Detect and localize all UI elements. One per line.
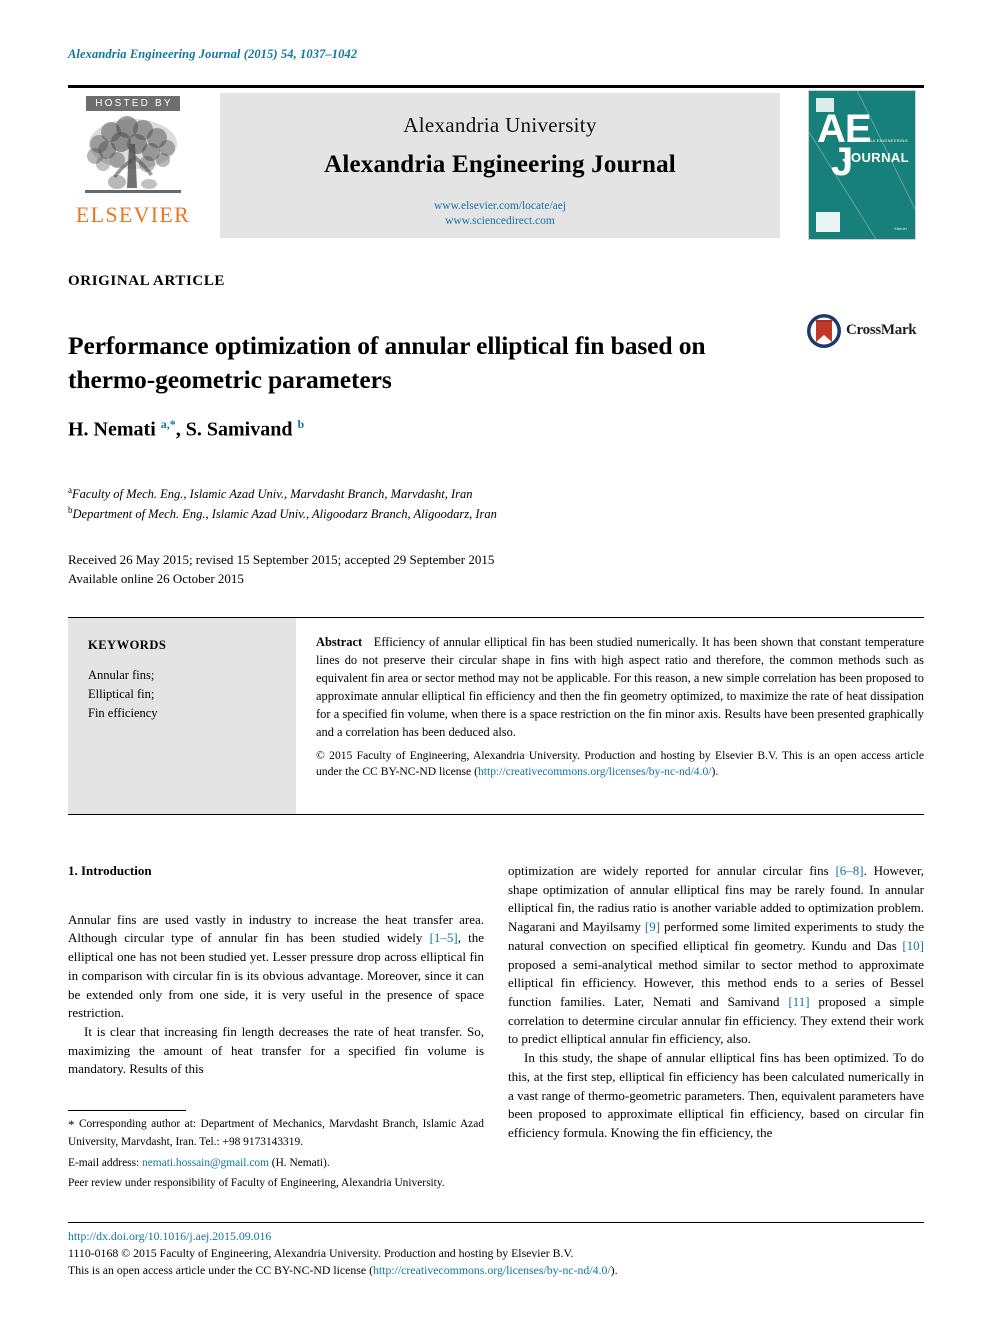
footer-cc-license-link[interactable]: http://creativecommons.org/licenses/by-n… [373, 1263, 611, 1277]
keyword-item: Elliptical fin; [88, 687, 155, 701]
paragraph: In this study, the shape of annular elli… [508, 1050, 924, 1141]
abstract-label: Abstract [316, 635, 363, 649]
author-email-link[interactable]: nemati.hossain@gmail.com [142, 1157, 269, 1169]
affiliation-b: bDepartment of Mech. Eng., Islamic Azad … [68, 504, 497, 524]
cover-journal-word: JOURNAL [842, 149, 909, 166]
dates-received-line: Received 26 May 2015; revised 15 Septemb… [68, 552, 495, 567]
page-footer: http://dx.doi.org/10.1016/j.aej.2015.09.… [68, 1222, 924, 1278]
email-owner: (H. Nemati). [268, 1156, 330, 1169]
crossmark-label: CrossMark [846, 322, 917, 338]
cover-emblem-bottom [816, 212, 840, 232]
running-head: Alexandria Engineering Journal (2015) 54… [68, 47, 358, 61]
article-type-label: ORIGINAL ARTICLE [68, 273, 226, 289]
keyword-item: Annular fins; [88, 668, 155, 682]
citation-ref[interactable]: [1–5] [430, 930, 458, 945]
license-text-after: ). [610, 1262, 618, 1277]
citation-ref[interactable]: [11] [788, 994, 809, 1009]
masthead-top-rule [68, 85, 924, 88]
footer-license-line: This is an open access article under the… [68, 1262, 924, 1279]
dates-online-line: Available online 26 October 2015 [68, 570, 244, 586]
footnote-email-line: E-mail address: nemati.hossain@gmail.com… [68, 1155, 484, 1171]
author-affil-marker[interactable]: a,* [161, 417, 176, 431]
elsevier-wordmark: ELSEVIER [75, 202, 191, 227]
footnote-corresponding: * Corresponding author at: Department of… [68, 1116, 484, 1151]
abstract-text: Efficiency of annular elliptical fin has… [316, 635, 924, 739]
abstract-bottom-rule [68, 814, 924, 815]
university-name: Alexandria University [403, 113, 597, 137]
sciencedirect-link[interactable]: www.sciencedirect.com [445, 215, 555, 227]
copyright-text-after: ). [711, 765, 719, 779]
citation-ref[interactable]: [10] [902, 938, 924, 953]
body-column-right: optimization are widely reported for ann… [508, 862, 924, 1143]
keywords-heading: KEYWORDS [88, 638, 167, 652]
cover-subtitle: ALEXANDRIA ENGINEERING [847, 138, 908, 143]
journal-cover-thumbnail: AE J ALEXANDRIA ENGINEERING JOURNAL Else… [808, 90, 916, 240]
keyword-item: Fin efficiency [88, 706, 158, 720]
abstract-section: KEYWORDS Annular fins; Elliptical fin; F… [68, 617, 924, 815]
paragraph: It is clear that increasing fin length d… [68, 1024, 484, 1077]
elsevier-logo-block: HOSTED BY ELSEVIER [68, 93, 198, 226]
affiliation-a: aFaculty of Mech. Eng., Islamic Azad Uni… [68, 484, 497, 504]
abstract-body: KEYWORDS Annular fins; Elliptical fin; F… [68, 618, 924, 814]
journal-name: Alexandria Engineering Journal [324, 151, 676, 178]
journal-links: www.elsevier.com/locate/aej www.scienced… [220, 199, 780, 228]
keywords-list: Annular fins; Elliptical fin; Fin effici… [88, 666, 158, 723]
cover-journal-initial: J [842, 149, 851, 166]
hosted-by-badge: HOSTED BY [86, 96, 180, 111]
citation-ref[interactable]: [9] [645, 919, 660, 934]
email-label: E-mail address: [68, 1156, 143, 1169]
author-list: H. Nemati a,*, S. Samivand b [68, 417, 305, 441]
footer-rule [68, 1222, 924, 1223]
elsevier-locate-link[interactable]: www.elsevier.com/locate/aej [434, 200, 566, 212]
footnote-corresponding-text: Corresponding author at: Department of M… [68, 1118, 484, 1149]
body-column-left: 1. Introduction Annular fins are used va… [68, 862, 484, 1079]
para-text: Annular fins are used vastly in industry… [68, 911, 484, 946]
journal-masthead: HOSTED BY ELSEVIER Alexandria University… [68, 85, 924, 240]
journal-article-page: Alexandria Engineering Journal (2015) 54… [0, 0, 992, 1323]
article-dates: Received 26 May 2015; revised 15 Septemb… [68, 551, 494, 589]
license-text-before: This is an open access article under the… [68, 1262, 373, 1277]
cover-journal-rest: OURNAL [850, 150, 909, 165]
author-affil-marker[interactable]: b [297, 417, 304, 431]
citation-ref[interactable]: [6–8] [835, 863, 863, 878]
paragraph: Annular fins are used vastly in industry… [68, 911, 484, 1023]
crossmark-badge[interactable]: CrossMark [806, 313, 917, 349]
affiliation-list: aFaculty of Mech. Eng., Islamic Azad Uni… [68, 484, 497, 524]
affiliation-b-text: Department of Mech. Eng., Islamic Azad U… [72, 507, 497, 522]
footnote-peer-review: Peer review under responsibility of Facu… [68, 1176, 445, 1189]
cc-license-link[interactable]: http://creativecommons.org/licenses/by-n… [478, 765, 712, 778]
corresponding-author-footnote: * Corresponding author at: Department of… [68, 1110, 484, 1191]
paragraph: optimization are widely reported for ann… [508, 862, 924, 1049]
section-heading-introduction: 1. Introduction [68, 863, 152, 878]
abstract-text-block: Abstract Efficiency of annular elliptica… [316, 634, 924, 781]
doi-link[interactable]: http://dx.doi.org/10.1016/j.aej.2015.09.… [68, 1228, 924, 1245]
footer-copyright-line: 1110-0168 © 2015 Faculty of Engineering,… [68, 1245, 574, 1260]
cover-footer-text: Elsevier [894, 227, 907, 231]
journal-title-panel: Alexandria University Alexandria Enginee… [220, 93, 780, 238]
abstract-copyright: © 2015 Faculty of Engineering, Alexandri… [316, 748, 924, 781]
crossmark-icon [807, 314, 841, 348]
page-title: Performance optimization of annular elli… [68, 331, 706, 394]
footnote-rule [68, 1110, 186, 1111]
keywords-box: KEYWORDS Annular fins; Elliptical fin; F… [68, 618, 296, 814]
para-text: optimization are widely reported for ann… [508, 863, 836, 878]
elsevier-tree-icon [85, 116, 181, 193]
affiliation-a-text: Faculty of Mech. Eng., Islamic Azad Univ… [72, 487, 473, 502]
cover-aej-letters: AE J [817, 109, 872, 182]
